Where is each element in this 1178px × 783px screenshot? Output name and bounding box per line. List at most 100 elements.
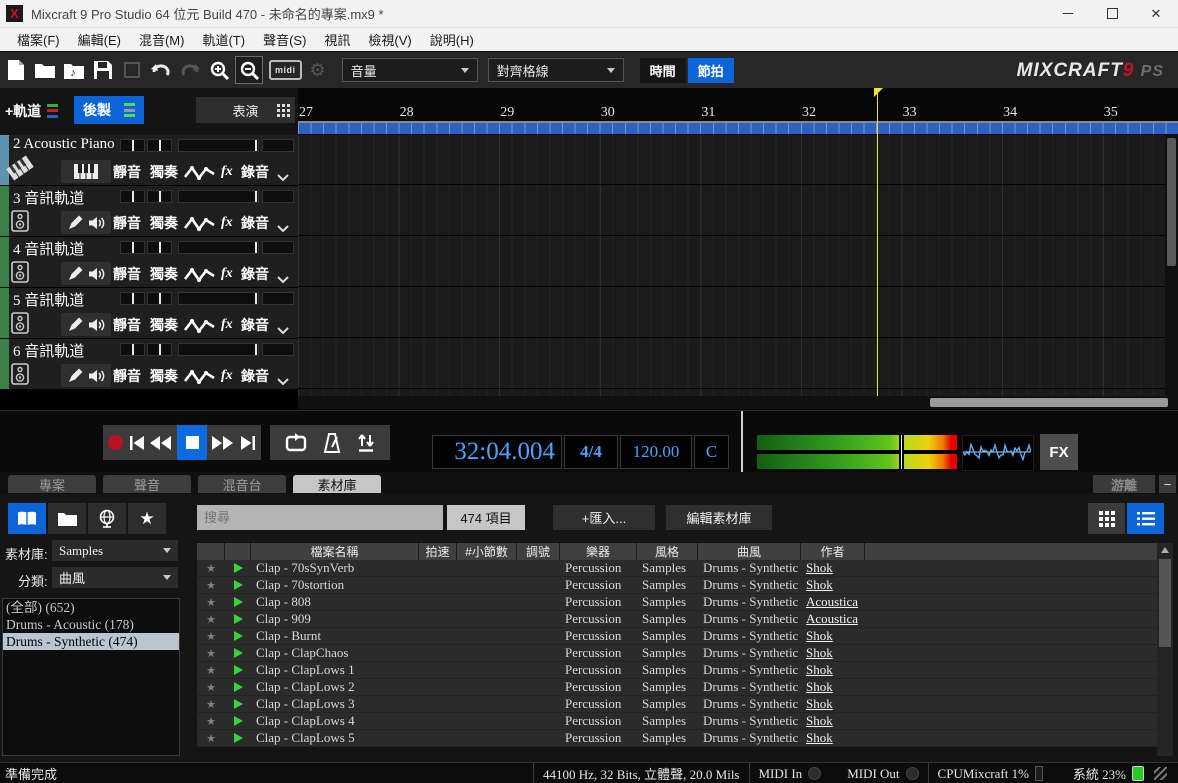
column-header-bars[interactable]: #小節數 — [457, 543, 517, 560]
preview-play-button[interactable] — [225, 699, 251, 709]
automation-icon[interactable] — [184, 316, 216, 336]
category-select[interactable]: 曲風 — [52, 567, 178, 588]
solo-button[interactable]: 獨奏 — [150, 162, 178, 182]
open-project-button[interactable] — [32, 57, 58, 83]
sample-author-link[interactable]: Shok — [801, 577, 865, 593]
column-header-author[interactable]: 作者 — [801, 543, 865, 560]
solo-button[interactable]: 獨奏 — [150, 264, 178, 284]
menu-item[interactable]: 混音(M) — [130, 30, 194, 49]
favorite-star-icon[interactable]: ★ — [197, 613, 225, 626]
mute-button[interactable]: 靜音 — [113, 264, 141, 284]
scrollbar-thumb[interactable] — [1159, 559, 1171, 647]
chevron-down-icon[interactable] — [277, 372, 289, 392]
library-row[interactable]: ★ Clap - ClapLows 3 Percussion Samples D… — [197, 696, 1173, 713]
track-name[interactable]: 3 音訊軌道 — [13, 187, 117, 207]
track-pan-slider[interactable] — [147, 190, 172, 203]
settings-gear-icon[interactable]: ⚙ — [310, 60, 326, 81]
detach-panel-button[interactable]: 游離 — [1093, 475, 1155, 493]
track-volume-slider[interactable] — [178, 241, 259, 254]
automation-icon[interactable] — [184, 265, 216, 285]
sample-author-link[interactable]: Shok — [801, 662, 865, 678]
sample-author-link[interactable]: Acoustica — [801, 594, 865, 610]
track-lane[interactable] — [298, 288, 1165, 338]
favorite-star-icon[interactable]: ★ — [197, 562, 225, 575]
track-name[interactable]: 4 音訊軌道 — [13, 238, 117, 258]
column-header-tempo[interactable]: 拍速 — [419, 543, 457, 560]
track-color-stripe[interactable] — [0, 288, 9, 338]
panel-tab[interactable]: 混音台 — [198, 475, 286, 493]
time-display[interactable]: 32:04.004 — [432, 435, 562, 469]
minimize-button[interactable] — [1046, 1, 1090, 27]
metronome-button[interactable] — [322, 433, 342, 453]
column-header-name[interactable]: 檔案名稱 — [251, 543, 419, 560]
column-header-key[interactable]: 調號 — [517, 543, 560, 560]
library-row[interactable]: ★ Clap - ClapLows 1 Percussion Samples D… — [197, 662, 1173, 679]
arm-record-button[interactable]: 錄音 — [241, 213, 269, 233]
solo-button[interactable]: 獨奏 — [150, 366, 178, 386]
online-view-button[interactable] — [88, 503, 126, 534]
preview-play-button[interactable] — [225, 580, 251, 590]
solo-button[interactable]: 獨奏 — [150, 213, 178, 233]
chevron-down-icon[interactable] — [277, 219, 289, 239]
track-header[interactable]: 4 音訊軌道 靜音 獨奏 fx 錄音 — [0, 237, 298, 287]
save-button[interactable] — [90, 57, 116, 83]
library-row[interactable]: ★ Clap - 808 Percussion Samples Drums - … — [197, 594, 1173, 611]
speaker-icon[interactable] — [89, 369, 105, 383]
piano-keys-icon[interactable] — [74, 164, 98, 179]
arm-record-button[interactable]: 錄音 — [241, 162, 269, 182]
zoom-in-button[interactable] — [206, 57, 232, 83]
stop-button[interactable] — [177, 425, 207, 460]
track-color-stripe[interactable] — [0, 186, 9, 236]
key-display[interactable]: C — [694, 435, 729, 469]
close-button[interactable]: ✕ — [1134, 1, 1178, 27]
track-pan-slider[interactable] — [120, 241, 145, 254]
panel-tab[interactable]: 聲音 — [103, 475, 191, 493]
undo-button[interactable] — [148, 57, 174, 83]
column-header-genre[interactable]: 曲風 — [698, 543, 801, 560]
track-lane[interactable] — [298, 186, 1165, 236]
sample-author-link[interactable]: Shok — [801, 679, 865, 695]
track-pan-slider[interactable] — [147, 241, 172, 254]
volume-select[interactable]: 音量 — [342, 58, 478, 82]
arm-record-button[interactable]: 錄音 — [241, 315, 269, 335]
maximize-button[interactable] — [1090, 1, 1134, 27]
preview-play-button[interactable] — [225, 682, 251, 692]
add-track-button[interactable]: +軌道 — [5, 98, 58, 123]
track-color-stripe[interactable] — [0, 135, 9, 185]
preview-play-button[interactable] — [225, 614, 251, 624]
track-pan-slider[interactable] — [120, 343, 145, 356]
edit-library-button[interactable]: 編輯素材庫 — [666, 505, 772, 530]
region-tool-button[interactable] — [119, 57, 145, 83]
track-pan-slider[interactable] — [120, 292, 145, 305]
preview-column-header[interactable] — [225, 543, 251, 560]
preview-play-button[interactable] — [225, 733, 251, 743]
track-volume-slider[interactable] — [178, 292, 259, 305]
sample-author-link[interactable]: Shok — [801, 730, 865, 746]
track-color-stripe[interactable] — [0, 339, 9, 389]
menu-item[interactable]: 檔案(F) — [8, 30, 69, 49]
pencil-icon[interactable] — [68, 368, 83, 383]
scrollbar-thumb[interactable] — [930, 398, 1168, 407]
track-pan-slider[interactable] — [147, 292, 172, 305]
favorite-star-icon[interactable]: ★ — [197, 630, 225, 643]
automation-icon[interactable] — [184, 163, 216, 183]
favorite-star-icon[interactable]: ★ — [197, 681, 225, 694]
monitor-speaker-icon[interactable] — [11, 363, 29, 385]
library-row[interactable]: ★ Clap - 70sSynVerb Percussion Samples D… — [197, 560, 1173, 577]
list-view-button[interactable] — [1127, 503, 1164, 534]
column-header-instrument[interactable]: 樂器 — [560, 543, 637, 560]
library-row[interactable]: ★ Clap - Burnt Percussion Samples Drums … — [197, 628, 1173, 645]
time-mode-button[interactable]: 時間 — [640, 58, 686, 83]
track-volume-slider[interactable] — [178, 139, 259, 152]
vertical-scrollbar[interactable] — [1165, 135, 1178, 396]
record-button[interactable] — [108, 435, 123, 450]
track-lane[interactable] — [298, 339, 1165, 389]
master-volume-handle[interactable] — [899, 435, 904, 469]
pencil-icon[interactable] — [68, 266, 83, 281]
master-fx-button[interactable]: FX — [1040, 434, 1078, 470]
arrange-area[interactable] — [298, 135, 1165, 396]
master-track-button[interactable]: 後製 — [74, 96, 144, 124]
arm-record-button[interactable]: 錄音 — [241, 264, 269, 284]
favorite-star-icon[interactable]: ★ — [197, 732, 225, 745]
preview-play-button[interactable] — [225, 597, 251, 607]
